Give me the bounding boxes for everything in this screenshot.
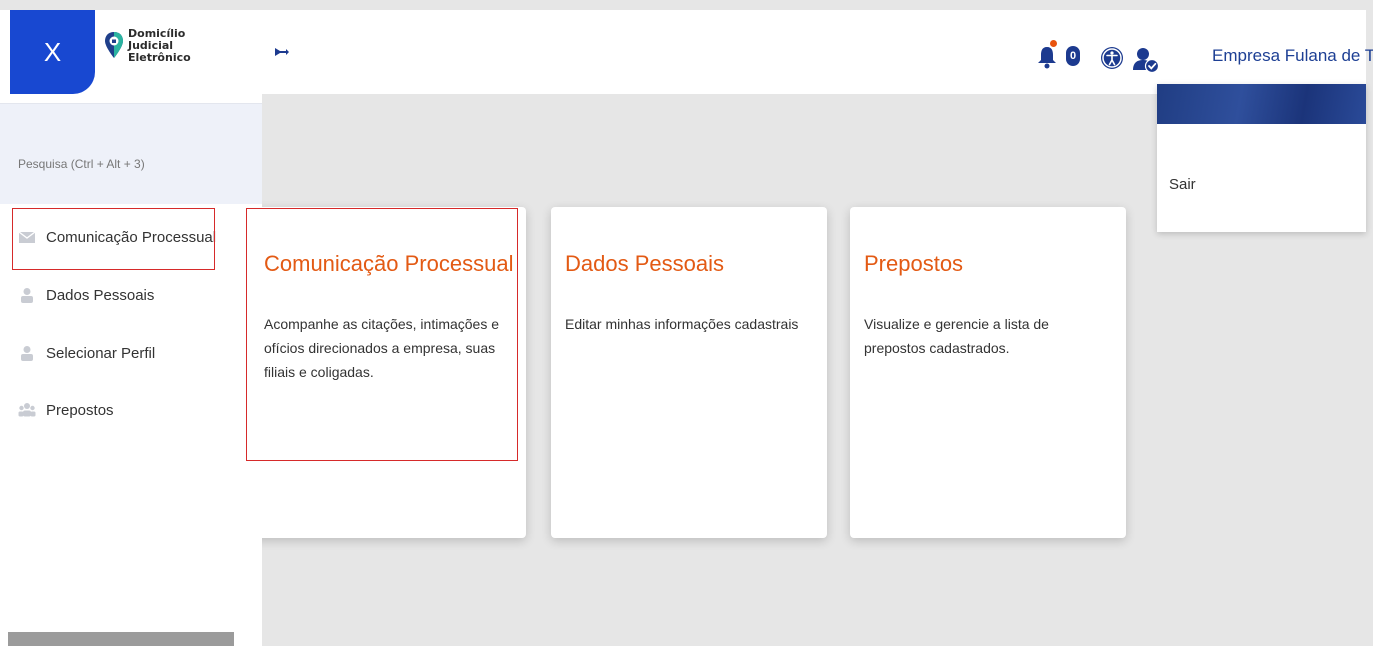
user-check-icon[interactable]: [1132, 46, 1160, 74]
sidebar-search: [0, 104, 262, 204]
person-icon: [18, 345, 36, 361]
brand-logo[interactable]: Domicílio Judicial Eletrônico: [104, 26, 224, 76]
sidebar: X Domicílio Judicial Eletrônico Pesquisa…: [0, 10, 262, 646]
pin-icon[interactable]: [272, 42, 292, 62]
card-comunicacao-processual[interactable]: Comunicação Processual Acompanhe as cita…: [250, 207, 526, 538]
sidebar-item-label: Prepostos: [46, 401, 114, 419]
sidebar-item-label: Dados Pessoais: [46, 286, 155, 304]
sidebar-item-comunicacao-processual[interactable]: Comunicação Processual: [18, 222, 216, 252]
card-title: Dados Pessoais: [565, 251, 724, 276]
sidebar-scrollbar[interactable]: [8, 632, 234, 646]
card-description: Editar minhas informações cadastrais: [565, 316, 799, 332]
sidebar-item-prepostos[interactable]: Prepostos: [18, 395, 114, 425]
user-menu-banner: [1157, 84, 1366, 124]
sidebar-item-label: Comunicação Processual: [46, 228, 217, 246]
card-description: Acompanhe as citações, intimações e ofíc…: [264, 316, 500, 380]
accessibility-icon[interactable]: [1100, 46, 1124, 70]
card-title: Comunicação Processual: [264, 251, 514, 276]
page: 0 Empresa Fulana de Tal Sair Comunicação…: [0, 0, 1373, 646]
card-dados-pessoais[interactable]: Dados Pessoais Editar minhas informações…: [551, 207, 827, 538]
sidebar-item-dados-pessoais[interactable]: Dados Pessoais: [18, 280, 154, 310]
group-icon: [18, 402, 36, 418]
logout-menu-item[interactable]: Sair: [1169, 176, 1196, 193]
person-icon: [18, 287, 36, 303]
notification-dot: [1050, 40, 1057, 47]
sidebar-item-label: Selecionar Perfil: [46, 344, 156, 362]
location-pin-icon: [105, 32, 123, 58]
search-input[interactable]: [18, 154, 248, 174]
card-description: Visualize e gerencie a lista de preposto…: [864, 316, 1049, 356]
company-name-menu[interactable]: Empresa Fulana de Tal: [1212, 46, 1373, 66]
sidebar-item-selecionar-perfil[interactable]: Selecionar Perfil: [18, 338, 155, 368]
brand-line-3: Eletrônico: [128, 51, 191, 64]
user-dropdown-menu: Sair: [1157, 84, 1366, 232]
brand-name: Domicílio Judicial Eletrônico: [128, 28, 191, 64]
bell-icon[interactable]: [1036, 40, 1058, 70]
close-button[interactable]: X: [10, 10, 95, 94]
card-prepostos[interactable]: Prepostos Visualize e gerencie a lista d…: [850, 207, 1126, 538]
card-title: Prepostos: [864, 251, 964, 276]
sidebar-header: X Domicílio Judicial Eletrônico: [0, 10, 262, 104]
mail-icon: [18, 229, 36, 245]
top-bar: 0 Empresa Fulana de Tal: [262, 10, 1373, 94]
notification-count: 0: [1066, 46, 1080, 66]
